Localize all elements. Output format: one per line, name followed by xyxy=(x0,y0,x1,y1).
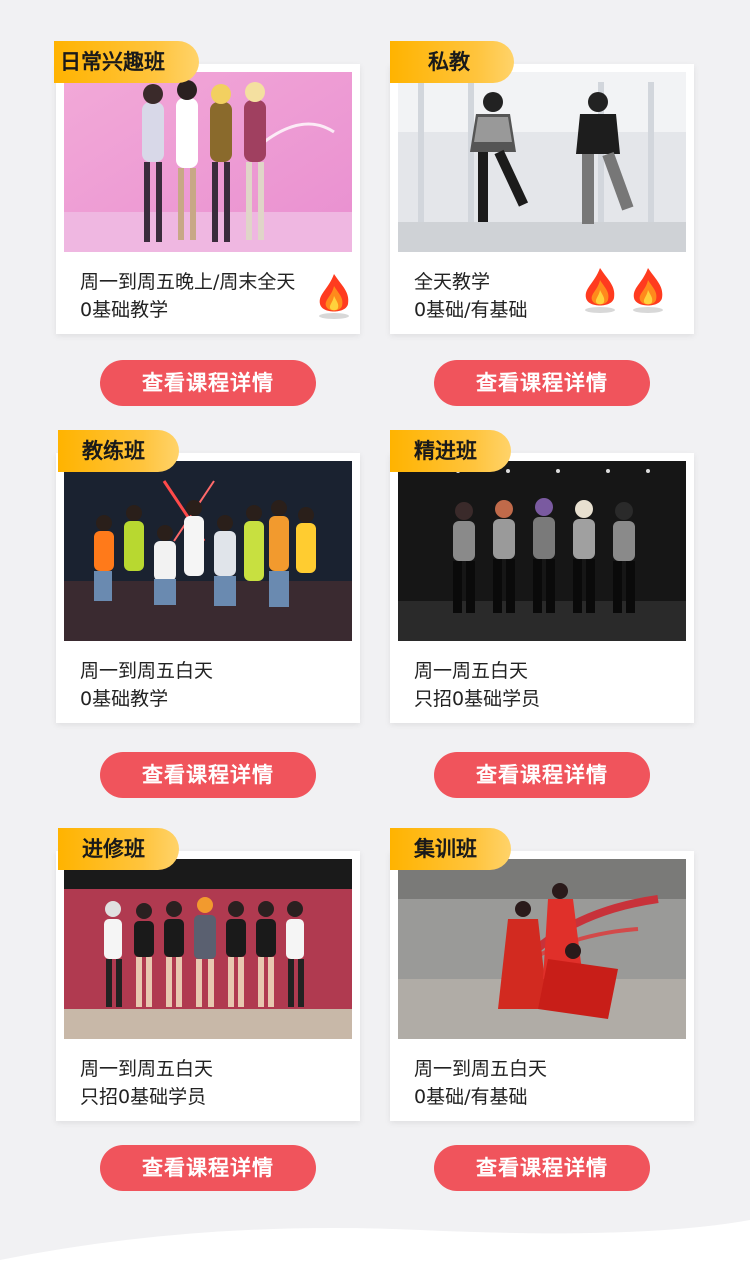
course-photo xyxy=(398,859,686,1039)
course-level: 只招0基础学员 xyxy=(414,688,541,710)
course-badge: 日常兴趣班 xyxy=(54,41,199,83)
course-schedule: 周一到周五白天 xyxy=(80,660,214,682)
course-card-private[interactable]: 私教 全天教学 0基础/有基础 xyxy=(390,41,694,334)
course-card-advanced[interactable]: 精进班 周一周五白天 只招0基础学员 xyxy=(390,430,694,723)
course-schedule: 周一到周五白天 xyxy=(414,1058,548,1080)
course-card-daily-interest[interactable]: 日常兴趣班 周一到周五晚上/周末全天 0基础教学 xyxy=(54,41,360,334)
course-level: 0基础/有基础 xyxy=(414,299,528,321)
view-course-details-button[interactable]: 查看课程详情 xyxy=(100,1145,316,1191)
flame-icon xyxy=(319,274,349,319)
course-photo xyxy=(64,72,352,252)
course-badge: 集训班 xyxy=(390,828,511,870)
bottom-wave-decoration xyxy=(0,1220,750,1286)
course-level: 0基础教学 xyxy=(80,688,169,710)
view-course-details-button[interactable]: 查看课程详情 xyxy=(434,752,650,798)
course-schedule: 周一周五白天 xyxy=(414,660,529,682)
course-schedule: 周一到周五白天 xyxy=(80,1058,214,1080)
course-photo xyxy=(64,859,352,1039)
course-badge: 教练班 xyxy=(58,430,179,472)
course-schedule: 全天教学 xyxy=(414,271,491,293)
course-schedule: 周一到周五晚上/周末全天 xyxy=(80,271,296,293)
flame-icon xyxy=(633,268,663,313)
course-card-intensive[interactable]: 集训班 周一到周五白天 0基础/有基础 xyxy=(390,828,694,1121)
view-course-details-button[interactable]: 查看课程详情 xyxy=(100,752,316,798)
course-level: 0基础教学 xyxy=(80,299,169,321)
course-level: 只招0基础学员 xyxy=(80,1086,207,1108)
view-course-details-button[interactable]: 查看课程详情 xyxy=(434,1145,650,1191)
flame-icon xyxy=(585,268,615,313)
course-photo xyxy=(398,461,686,641)
view-course-details-button[interactable]: 查看课程详情 xyxy=(434,360,650,406)
course-level: 0基础/有基础 xyxy=(414,1086,528,1108)
course-badge: 精进班 xyxy=(390,430,511,472)
course-badge: 私教 xyxy=(390,41,514,83)
course-photo xyxy=(398,72,686,252)
course-badge: 进修班 xyxy=(58,828,179,870)
course-card-coach[interactable]: 教练班 周一到周五白天 0基础教学 xyxy=(56,430,360,723)
view-course-details-button[interactable]: 查看课程详情 xyxy=(100,360,316,406)
course-photo xyxy=(64,461,352,641)
course-card-further-study[interactable]: 进修班 周一到周五白天 只招0基础学员 xyxy=(56,828,360,1121)
